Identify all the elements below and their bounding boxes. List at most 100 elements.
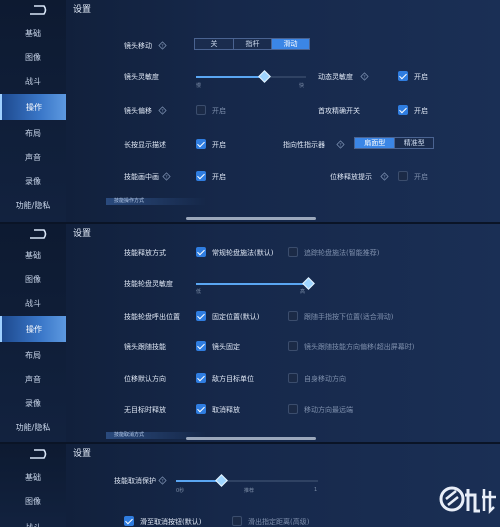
sidebar-item-graphics[interactable]: 图像 — [0, 266, 66, 292]
help-icon[interactable]: ? — [158, 106, 167, 115]
back-logo-icon[interactable] — [28, 228, 48, 240]
slider-max-label: 高 — [300, 289, 306, 295]
sidebar-item-basic[interactable]: 基础 — [0, 20, 66, 46]
camera-move-option-slide[interactable]: 滑动 — [271, 39, 309, 49]
camera-sensitivity-slider[interactable] — [196, 70, 306, 83]
cancel-distance-checkbox[interactable] — [232, 516, 242, 526]
back-logo-icon[interactable] — [28, 4, 48, 16]
camera-offset-checkbox[interactable] — [196, 105, 206, 115]
camera-move-option-off[interactable]: 关 — [195, 39, 233, 49]
no-target-cancel-checkbox[interactable] — [196, 404, 206, 414]
cancel-button-checkbox[interactable] — [124, 516, 134, 526]
page-title: 设置 — [73, 229, 92, 239]
scroll-handle[interactable] — [186, 217, 316, 220]
sidebar-item-replay[interactable]: 录像 — [0, 390, 66, 416]
slider-min-label: 低 — [196, 289, 202, 295]
sidebar-item-basic[interactable]: 基础 — [0, 242, 66, 268]
sidebar-item-label: 操作 — [26, 324, 42, 334]
first-precise-checkbox[interactable] — [398, 105, 408, 115]
wheel-position-follow-checkbox[interactable] — [288, 311, 298, 321]
sidebar-item-label: 战斗 — [25, 522, 41, 527]
indicator-option-fan[interactable]: 扇面型 — [355, 138, 395, 148]
dynamic-sensitivity-label: 动态灵敏度 — [318, 73, 353, 81]
cast-mode-track-checkbox[interactable] — [288, 247, 298, 257]
help-icon[interactable]: ? — [158, 41, 167, 50]
help-icon[interactable]: ? — [158, 476, 167, 485]
indicator-option-precise[interactable]: 精准型 — [394, 138, 433, 148]
help-icon[interactable]: ? — [380, 172, 389, 181]
cancel-protect-slider[interactable] — [176, 474, 318, 487]
slider-knob[interactable] — [258, 70, 272, 83]
camera-fixed-text: 镜头固定 — [212, 343, 240, 351]
help-icon[interactable]: ? — [162, 172, 171, 181]
long-press-desc-checkbox[interactable] — [196, 139, 206, 149]
help-icon[interactable]: ? — [336, 140, 345, 149]
slider-max-label: 快 — [299, 83, 305, 89]
wheel-sensitivity-slider[interactable] — [196, 277, 315, 290]
sidebar-item-battle[interactable]: 战斗 — [0, 514, 66, 527]
sidebar-item-label: 功能/隐私 — [15, 422, 51, 432]
long-press-desc-state: 开启 — [212, 141, 226, 149]
skill-screen-center-checkbox[interactable] — [196, 171, 206, 181]
wheel-position-fixed-checkbox[interactable] — [196, 311, 206, 321]
scroll-handle[interactable] — [186, 437, 316, 440]
move-default-dir-label: 位移默认方向 — [124, 375, 166, 383]
direction-indicator-segmented: 扇面型 精准型 — [354, 137, 434, 149]
dynamic-sensitivity-checkbox[interactable] — [398, 71, 408, 81]
sidebar-item-label: 战斗 — [25, 298, 41, 308]
sidebar-item-label: 录像 — [25, 176, 41, 186]
sidebar-item-layout[interactable]: 布局 — [0, 120, 66, 146]
camera-offset-label: 镜头偏移 — [124, 107, 152, 115]
move-self-dir-checkbox[interactable] — [288, 373, 298, 383]
camera-sensitivity-label: 镜头灵敏度 — [124, 73, 159, 81]
svg-text:?: ? — [363, 74, 366, 80]
sidebar-item-replay[interactable]: 录像 — [0, 168, 66, 194]
camera-follow-offset-checkbox[interactable] — [288, 341, 298, 351]
sidebar-item-sound[interactable]: 声音 — [0, 366, 66, 392]
sidebar-item-privacy[interactable]: 功能/隐私 — [0, 414, 66, 440]
sidebar-item-battle[interactable]: 战斗 — [0, 68, 66, 94]
direction-indicator-label: 指向性指示器 — [283, 141, 325, 149]
sidebar-item-label: 布局 — [25, 128, 41, 138]
cast-mode-normal-checkbox[interactable] — [196, 247, 206, 257]
first-precise-state: 开启 — [414, 107, 428, 115]
cast-mode-track-text: 追踪轮盘施法(智能推荐) — [304, 249, 380, 257]
sidebar-item-label: 图像 — [25, 52, 41, 62]
help-icon[interactable]: ? — [360, 72, 369, 81]
settings-panel-2: 基础 图像 战斗 操作 布局 声音 录像 功能/隐私 设置 技能释放方式 常规轮… — [0, 224, 500, 442]
page-title: 设置 — [73, 5, 92, 15]
sidebar-item-graphics[interactable]: 图像 — [0, 44, 66, 70]
no-target-farthest-checkbox[interactable] — [288, 404, 298, 414]
slider-tick-label: 推荐 — [244, 488, 255, 494]
sidebar-item-sound[interactable]: 声音 — [0, 144, 66, 170]
move-enemy-target-checkbox[interactable] — [196, 373, 206, 383]
slider-knob[interactable] — [215, 474, 229, 487]
sidebar-item-controls[interactable]: 操作 — [0, 94, 66, 120]
cancel-distance-text: 滑出指定距离(高级) — [248, 518, 310, 526]
skill-screen-center-state: 开启 — [212, 173, 226, 181]
sidebar-item-label: 声音 — [25, 374, 41, 384]
sidebar-item-label: 声音 — [25, 152, 41, 162]
back-logo-icon[interactable] — [28, 448, 48, 460]
sidebar-item-basic[interactable]: 基础 — [0, 464, 66, 490]
sidebar-item-graphics[interactable]: 图像 — [0, 488, 66, 514]
camera-fixed-checkbox[interactable] — [196, 341, 206, 351]
sidebar-item-battle[interactable]: 战斗 — [0, 290, 66, 316]
move-cast-hint-state: 开启 — [414, 173, 428, 181]
sidebar-item-label: 功能/隐私 — [15, 200, 51, 210]
slider-tick-label: 0秒 — [176, 488, 185, 494]
camera-move-label: 镜头移动 — [124, 42, 152, 50]
sidebar-item-label: 图像 — [25, 274, 41, 284]
svg-text:?: ? — [161, 108, 164, 114]
sidebar-item-label: 基础 — [25, 250, 41, 260]
camera-move-option-stick[interactable]: 指杆 — [233, 39, 271, 49]
dynamic-sensitivity-state: 开启 — [414, 73, 428, 81]
move-cast-hint-checkbox[interactable] — [398, 171, 408, 181]
sidebar-item-privacy[interactable]: 功能/隐私 — [0, 192, 66, 218]
sidebar-item-layout[interactable]: 布局 — [0, 342, 66, 368]
sidebar-item-controls[interactable]: 操作 — [0, 316, 66, 342]
no-target-cancel-text: 取消释放 — [212, 406, 240, 414]
skill-screen-center-label: 技能画中画 — [124, 173, 159, 181]
no-target-cast-label: 无目标时释放 — [124, 406, 166, 414]
sidebar: 基础 图像 战斗 操作 布局 声音 录像 功能/隐私 — [0, 0, 66, 222]
